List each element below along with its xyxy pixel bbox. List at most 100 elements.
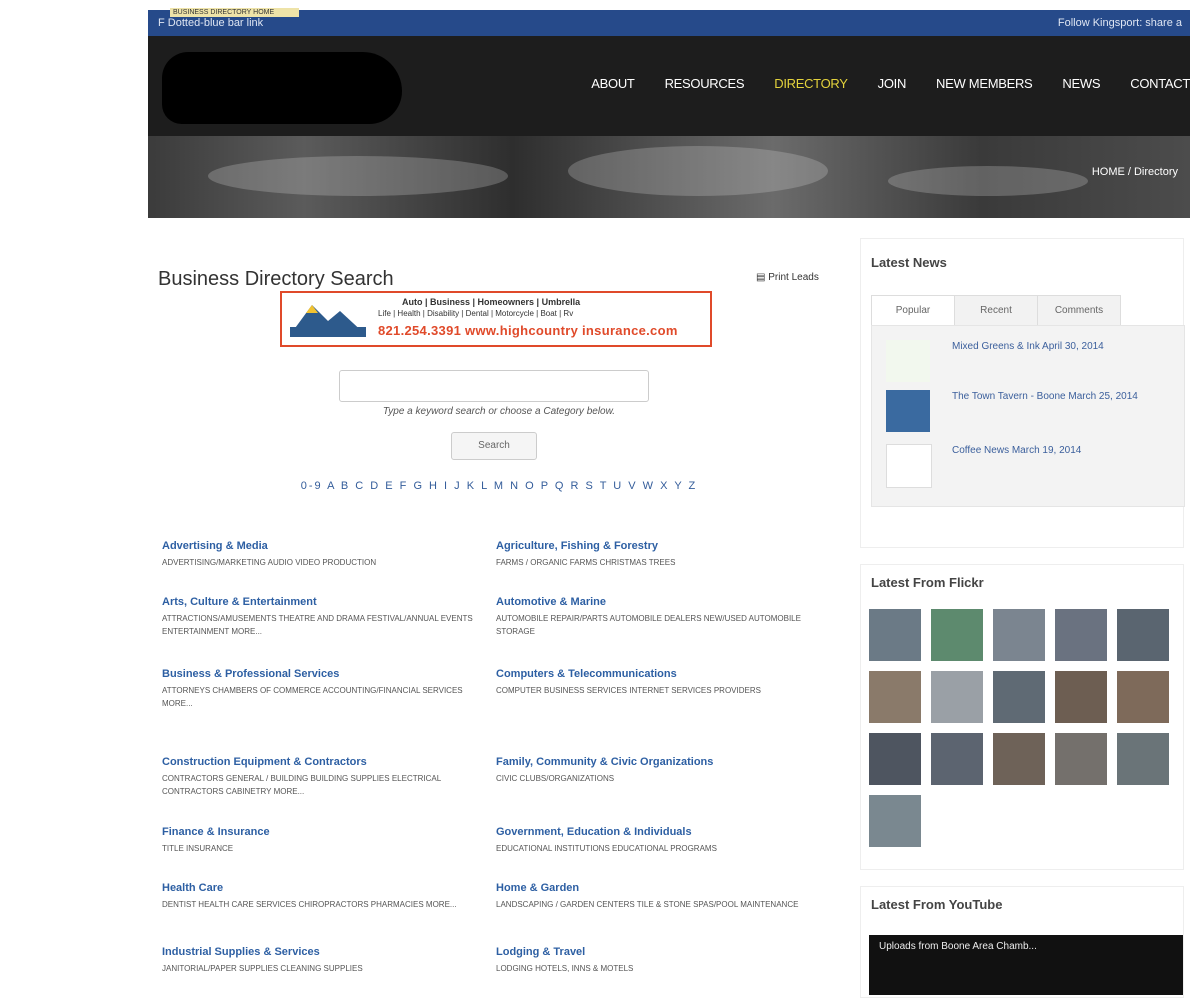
latest-news-title: Latest News [871, 255, 947, 270]
category-subs[interactable]: CONTRACTORS GENERAL / BUILDING BUILDING … [162, 772, 492, 798]
category-name[interactable]: Arts, Culture & Entertainment [162, 596, 492, 608]
print-leads-label: Print Leads [768, 272, 819, 283]
category-subs[interactable]: AUTOMOBILE REPAIR/PARTS AUTOMOBILE DEALE… [496, 612, 826, 638]
category-item[interactable]: Lodging & Travel LODGING HOTELS, INNS & M… [496, 946, 826, 975]
hero-banner: HOME / Directory [148, 136, 1190, 218]
category-name[interactable]: Advertising & Media [162, 540, 492, 552]
nav-about[interactable]: ABOUT [591, 76, 635, 91]
category-subs[interactable]: TITLE INSURANCE [162, 842, 492, 855]
category-subs[interactable]: DENTIST HEALTH CARE SERVICES CHIROPRACTO… [162, 898, 492, 911]
flickr-photo[interactable] [993, 609, 1045, 661]
flickr-photo[interactable] [1055, 733, 1107, 785]
nav-join[interactable]: JOIN [878, 76, 907, 91]
category-item[interactable]: Business & Professional Services ATTORNEY… [162, 668, 492, 710]
category-name[interactable]: Business & Professional Services [162, 668, 492, 680]
tab-recent[interactable]: Recent [954, 295, 1038, 327]
category-name[interactable]: Lodging & Travel [496, 946, 826, 958]
flickr-photo[interactable] [931, 733, 983, 785]
flickr-photo[interactable] [1117, 671, 1169, 723]
site-logo[interactable] [162, 52, 402, 124]
category-name[interactable]: Construction Equipment & Contractors [162, 756, 492, 768]
page-title: Business Directory Search [158, 268, 394, 290]
news-thumbnail[interactable] [886, 340, 930, 382]
category-subs[interactable]: LANDSCAPING / GARDEN CENTERS TILE & STON… [496, 898, 826, 911]
flickr-photo[interactable] [993, 671, 1045, 723]
category-name[interactable]: Industrial Supplies & Services [162, 946, 492, 958]
search-hint: Type a keyword search or choose a Catego… [382, 406, 616, 417]
news-link[interactable]: The Town Tavern - Boone March 25, 2014 [952, 390, 1172, 403]
video-title[interactable]: Uploads from Boone Area Chamb... [879, 941, 1037, 952]
ad-line-1: Auto | Business | Homeowners | Umbrella [402, 297, 581, 307]
category-name[interactable]: Family, Community & Civic Organizations [496, 756, 826, 768]
nav-contact[interactable]: CONTACT [1130, 76, 1190, 91]
alphabet-filter[interactable]: 0-9 A B C D E F G H I J K L M N O P Q R … [148, 480, 850, 492]
top-bar-left[interactable]: F Dotted-blue bar link [158, 17, 263, 29]
category-name[interactable]: Health Care [162, 882, 492, 894]
category-subs[interactable]: ATTORNEYS CHAMBERS OF COMMERCE ACCOUNTIN… [162, 684, 492, 710]
flickr-photo[interactable] [993, 733, 1045, 785]
ad-line-3: 821.254.3391 www.highcountry insurance.c… [378, 323, 678, 338]
category-subs[interactable]: LODGING HOTELS, INNS & MOTELS [496, 962, 826, 975]
print-icon: ▤ [756, 272, 766, 283]
youtube-panel: Latest From YouTube Uploads from Boone A… [860, 886, 1184, 998]
main-nav: ABOUT RESOURCES DIRECTORY JOIN NEW MEMBE… [561, 76, 1190, 91]
top-bar-badge: BUSINESS DIRECTORY HOME [170, 8, 299, 17]
category-subs[interactable]: EDUCATIONAL INSTITUTIONS EDUCATIONAL PRO… [496, 842, 826, 855]
category-subs[interactable]: ATTRACTIONS/AMUSEMENTS THEATRE AND DRAMA… [162, 612, 492, 638]
category-item[interactable]: Construction Equipment & Contractors CONT… [162, 756, 492, 798]
news-tabs: Popular Recent Comments [871, 295, 1121, 327]
flickr-photo[interactable] [869, 671, 921, 723]
news-thumbnail[interactable] [886, 390, 930, 432]
category-item[interactable]: Finance & Insurance TITLE INSURANCE [162, 826, 492, 855]
flickr-photo[interactable] [1117, 609, 1169, 661]
category-item[interactable]: Arts, Culture & Entertainment ATTRACTIONS… [162, 596, 492, 638]
category-subs[interactable]: CIVIC CLUBS/ORGANIZATIONS [496, 772, 826, 785]
flickr-photo[interactable] [1055, 671, 1107, 723]
category-subs[interactable]: COMPUTER BUSINESS SERVICES INTERNET SERV… [496, 684, 826, 697]
category-item[interactable]: Computers & Telecommunications COMPUTER B… [496, 668, 826, 697]
category-name[interactable]: Computers & Telecommunications [496, 668, 826, 680]
coffee-news-logo[interactable] [886, 444, 932, 488]
news-link[interactable]: Coffee News March 19, 2014 [952, 444, 1172, 457]
category-name[interactable]: Agriculture, Fishing & Forestry [496, 540, 826, 552]
nav-directory[interactable]: DIRECTORY [774, 76, 848, 91]
flickr-photo[interactable] [869, 795, 921, 847]
insurance-ad[interactable]: Auto | Business | Homeowners | Umbrella … [280, 291, 712, 347]
print-leads-link[interactable]: ▤ Print Leads [756, 272, 819, 283]
category-name[interactable]: Automotive & Marine [496, 596, 826, 608]
category-item[interactable]: Home & Garden LANDSCAPING / GARDEN CENTER… [496, 882, 826, 911]
nav-new-members[interactable]: NEW MEMBERS [936, 76, 1033, 91]
category-subs[interactable]: ADVERTISING/MARKETING AUDIO VIDEO PRODUC… [162, 556, 492, 569]
tab-popular[interactable]: Popular [871, 295, 955, 327]
flickr-photo[interactable] [869, 609, 921, 661]
search-input[interactable] [339, 370, 649, 402]
category-subs[interactable]: JANITORIAL/PAPER SUPPLIES CLEANING SUPPL… [162, 962, 492, 975]
site-header: ABOUT RESOURCES DIRECTORY JOIN NEW MEMBE… [148, 36, 1190, 136]
nav-resources[interactable]: RESOURCES [665, 76, 745, 91]
category-subs[interactable]: FARMS / ORGANIC FARMS CHRISTMAS TREES [496, 556, 826, 569]
category-item[interactable]: Family, Community & Civic Organizations C… [496, 756, 826, 785]
category-item[interactable]: Agriculture, Fishing & Forestry FARMS / O… [496, 540, 826, 569]
youtube-player[interactable]: Uploads from Boone Area Chamb... [869, 935, 1183, 995]
category-item[interactable]: Automotive & Marine AUTOMOBILE REPAIR/PAR… [496, 596, 826, 638]
breadcrumb[interactable]: HOME / Directory [1092, 166, 1178, 178]
flickr-photo[interactable] [931, 609, 983, 661]
search-button[interactable]: Search [451, 432, 537, 460]
flickr-photo[interactable] [1117, 733, 1169, 785]
tab-comments[interactable]: Comments [1037, 295, 1121, 327]
category-item[interactable]: Advertising & Media ADVERTISING/MARKETING… [162, 540, 492, 569]
flickr-photo[interactable] [931, 671, 983, 723]
category-name[interactable]: Government, Education & Individuals [496, 826, 826, 838]
top-bar: F Dotted-blue bar link BUSINESS DIRECTOR… [148, 8, 1190, 36]
news-link[interactable]: Mixed Greens & Ink April 30, 2014 [952, 340, 1172, 353]
nav-news[interactable]: NEWS [1062, 76, 1100, 91]
category-name[interactable]: Finance & Insurance [162, 826, 492, 838]
category-item[interactable]: Government, Education & Individuals EDUCA… [496, 826, 826, 855]
category-name[interactable]: Home & Garden [496, 882, 826, 894]
main-content: Business Directory Search ▤ Print Leads … [148, 218, 850, 984]
top-bar-right[interactable]: Follow Kingsport: share a [1058, 17, 1182, 29]
flickr-photo[interactable] [1055, 609, 1107, 661]
flickr-photo[interactable] [869, 733, 921, 785]
category-item[interactable]: Health Care DENTIST HEALTH CARE SERVICES … [162, 882, 492, 911]
category-item[interactable]: Industrial Supplies & Services JANITORIAL… [162, 946, 492, 975]
